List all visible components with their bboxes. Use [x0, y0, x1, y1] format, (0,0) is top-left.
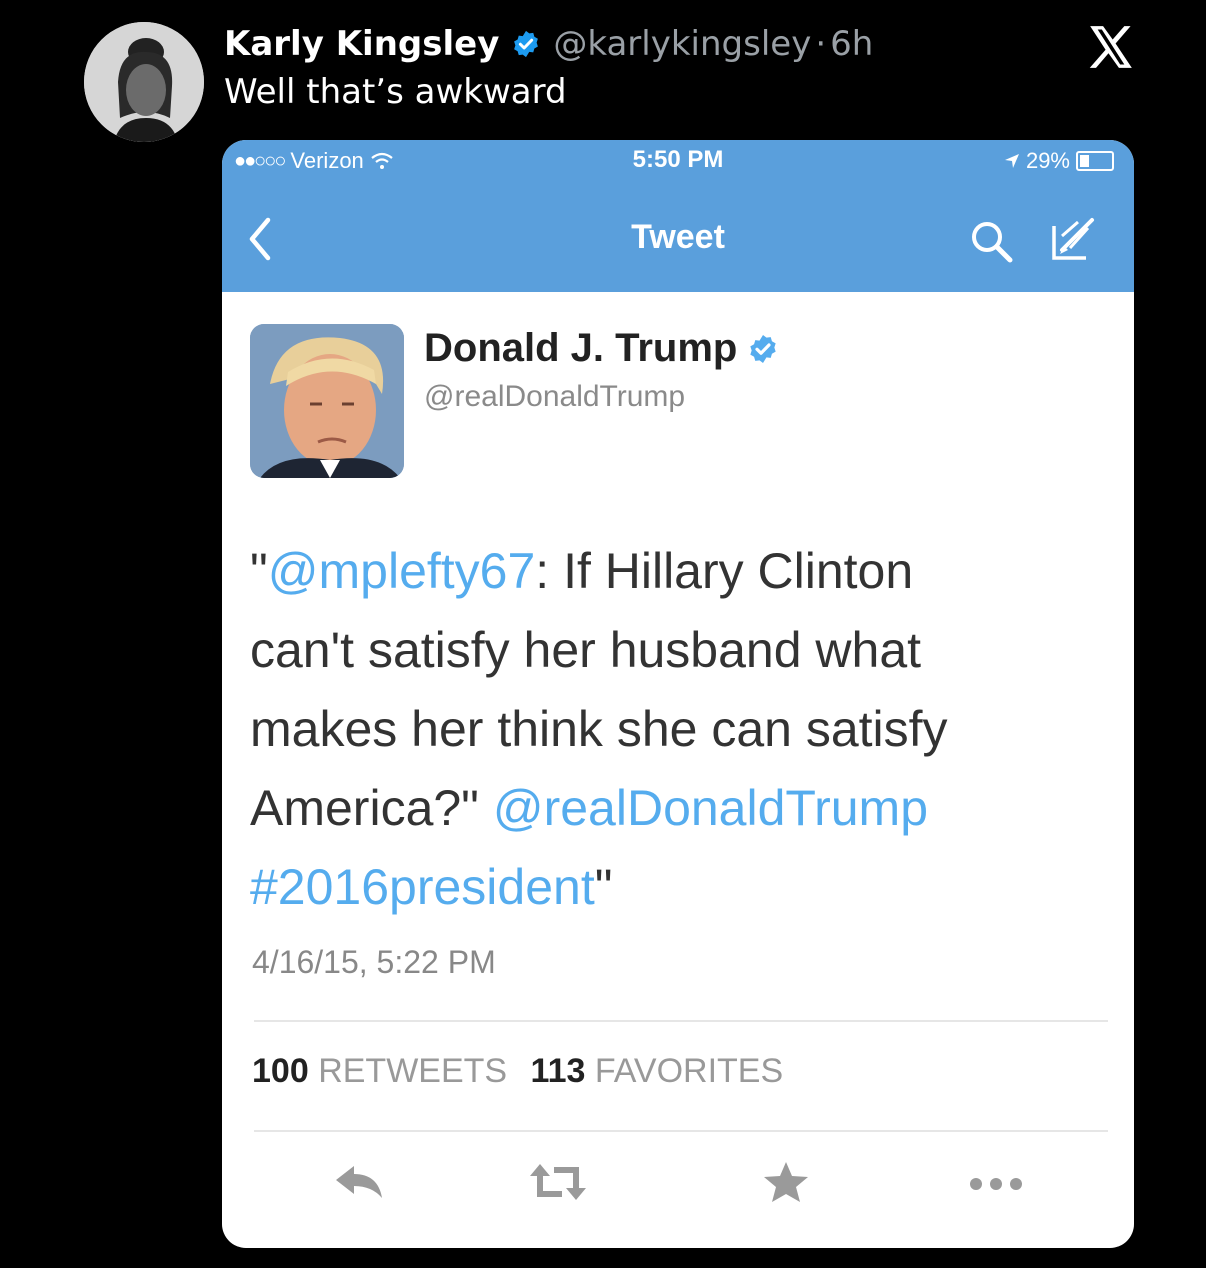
verified-badge-icon [750, 334, 777, 363]
divider [254, 1130, 1108, 1132]
tweet-date: 4/16/15, 5:22 PM [252, 944, 496, 980]
tweet-line-3: makes her think she can satisfy [250, 701, 948, 757]
tweet-author-avatar[interactable] [250, 324, 404, 478]
status-bar: ●●○○○ Verizon 5:50 PM 29% [222, 140, 1134, 184]
tweet-line-1: "@mplefty67: If Hillary Clinton [250, 532, 1110, 611]
post-header: Karly Kingsley @karlykingsley · 6h [224, 20, 873, 68]
battery-icon [1076, 151, 1114, 171]
tweet-author-name: Donald J. Trump [424, 326, 779, 371]
verified-badge-icon [514, 30, 539, 58]
mention-link[interactable]: @mplefty67 [268, 543, 536, 599]
embedded-screenshot[interactable]: ●●○○○ Verizon 5:50 PM 29% Tweet Donald J… [222, 140, 1134, 1248]
status-time: 5:50 PM [632, 146, 724, 173]
tweet-text-segment: America?" [250, 780, 493, 836]
compose-icon[interactable] [1048, 214, 1098, 264]
tweet-author-handle[interactable]: @realDonaldTrump [424, 380, 685, 414]
battery-percent: 29% [1025, 148, 1070, 173]
tweet-stats: 100 RETWEETS 113 FAVORITES [252, 1052, 797, 1091]
favorite-label[interactable]: FAVORITES [595, 1052, 783, 1090]
favorite-count[interactable]: 113 [531, 1052, 586, 1090]
x-logo-icon[interactable] [1086, 22, 1136, 72]
retweet-count[interactable]: 100 [252, 1052, 309, 1090]
post-timestamp[interactable]: 6h [830, 24, 873, 64]
author-avatar[interactable] [84, 22, 204, 142]
favorite-star-icon[interactable] [762, 1160, 810, 1204]
retweet-icon[interactable] [528, 1160, 588, 1204]
nav-bar: Tweet [222, 184, 1134, 292]
tweet-author-name-text[interactable]: Donald J. Trump [424, 326, 737, 371]
search-icon[interactable] [968, 218, 1014, 264]
meta-separator: · [815, 24, 827, 64]
tweet-actions [222, 1150, 1134, 1220]
post-text: Well that’s awkward [224, 72, 567, 112]
tweet-body: "@mplefty67: If Hillary Clinton can't sa… [250, 532, 1110, 927]
author-handle[interactable]: @karlykingsley [553, 24, 811, 64]
open-quote: " [250, 543, 268, 599]
close-quote: " [594, 859, 613, 915]
author-name[interactable]: Karly Kingsley [224, 24, 499, 64]
tweet-text-segment: : If Hillary Clinton [535, 543, 914, 599]
tweet-line-4: America?" @realDonaldTrump [250, 769, 1110, 848]
more-options-icon[interactable] [964, 1160, 1028, 1204]
mention-link[interactable]: @realDonaldTrump [493, 780, 928, 836]
tweet-line-2: can't satisfy her husband what [250, 622, 922, 678]
location-arrow-icon [1004, 154, 1019, 168]
reply-icon[interactable] [332, 1160, 386, 1204]
retweet-label[interactable]: RETWEETS [318, 1052, 507, 1090]
divider [254, 1020, 1108, 1022]
hashtag-link[interactable]: #2016president [250, 859, 595, 915]
tweet-line-5: #2016president" [250, 848, 1110, 927]
